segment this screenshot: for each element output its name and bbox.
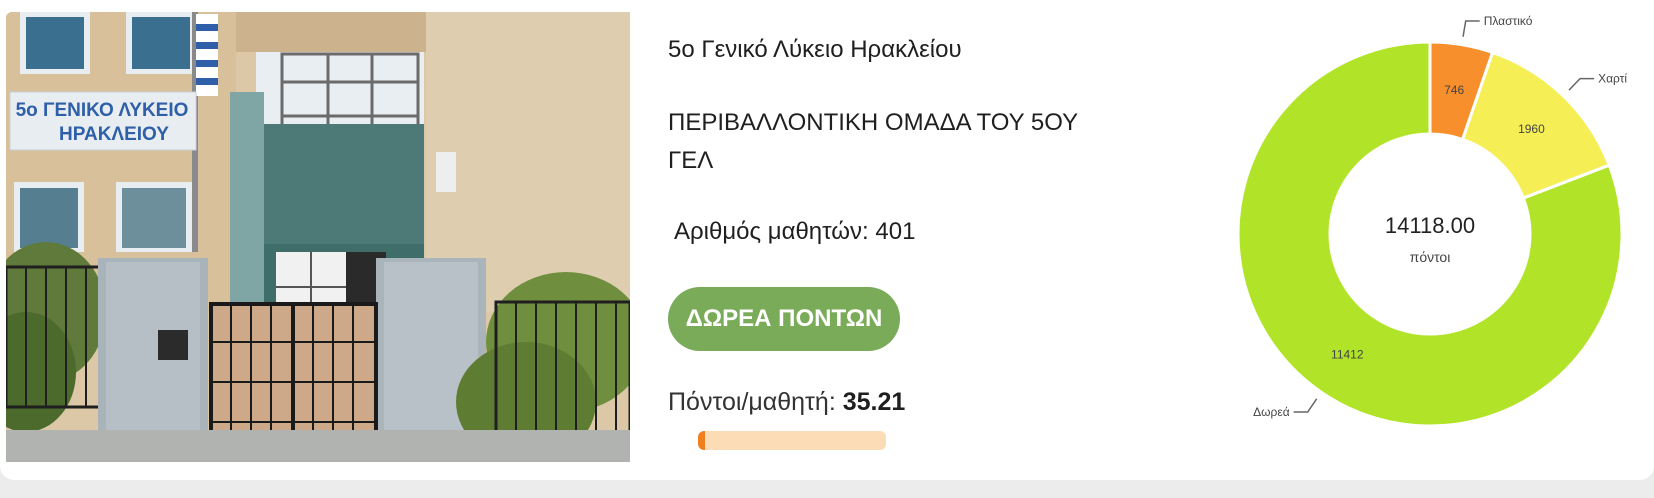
donut-center-label: πόντοι <box>1410 249 1451 265</box>
donut-leader-line-0 <box>1462 20 1480 37</box>
donut-value-label-1: 1960 <box>1518 122 1545 136</box>
donut-name-label-2: Δωρεά <box>1253 405 1290 419</box>
school-card: 5ο ΓΕΝΙΚΟ ΛΥΚΕΙΟ ΗΡΑΚΛΕΙΟΥ 5ο Γενικό Λύκ… <box>0 0 1654 480</box>
points-donut-chart: 746 1960 11412 Πλαστικό Χαρτί Δωρεά 14118.00… <box>1220 0 1654 480</box>
donut-center-value: 14118.00 <box>1385 213 1475 238</box>
donut-value-label-2: 11412 <box>1331 347 1364 361</box>
students-label: Αριθμός μαθητών: <box>674 218 869 245</box>
donut-name-label-0: Πλαστικό <box>1484 14 1533 28</box>
points-per-student-value: 35.21 <box>842 388 906 416</box>
points-progress-fill <box>698 431 705 450</box>
donut-leader-line-2 <box>1293 398 1318 413</box>
school-photo: 5ο ΓΕΝΙΚΟ ΛΥΚΕΙΟ ΗΡΑΚΛΕΙΟΥ <box>6 12 630 462</box>
donut-value-label-0: 746 <box>1444 83 1464 97</box>
donut-chart-svg: 746 1960 11412 Πλαστικό Χαρτί Δωρεά 14118.00… <box>1236 14 1627 428</box>
students-value: 401 <box>875 218 916 245</box>
points-per-student-label: Πόντοι/μαθητή: <box>668 388 836 416</box>
sign-text-line2: ΗΡΑΚΛΕΙΟΥ <box>59 124 169 145</box>
points-progress-bar <box>698 431 886 450</box>
points-per-student: Πόντοι/μαθητή: 35.21 <box>668 388 905 417</box>
group-name: ΠΕΡΙΒΑΛΛΟΝΤΙΚΗ ΟΜΑΔΑ ΤΟΥ 5ΟΥ ΓΕΛ <box>668 109 1078 174</box>
donut-leader-line-1 <box>1568 77 1595 91</box>
donut-name-label-1: Χαρτί <box>1598 72 1627 86</box>
students-count: Αριθμός μαθητών: 401 <box>674 218 915 246</box>
sign-text-line1: 5ο ΓΕΝΙΚΟ ΛΥΚΕΙΟ <box>16 100 189 121</box>
donate-points-button[interactable]: ΔΩΡΕΑ ΠΟΝΤΩΝ <box>668 287 900 351</box>
school-name: 5ο Γενικό Λύκειο Ηρακλείου <box>668 36 962 63</box>
